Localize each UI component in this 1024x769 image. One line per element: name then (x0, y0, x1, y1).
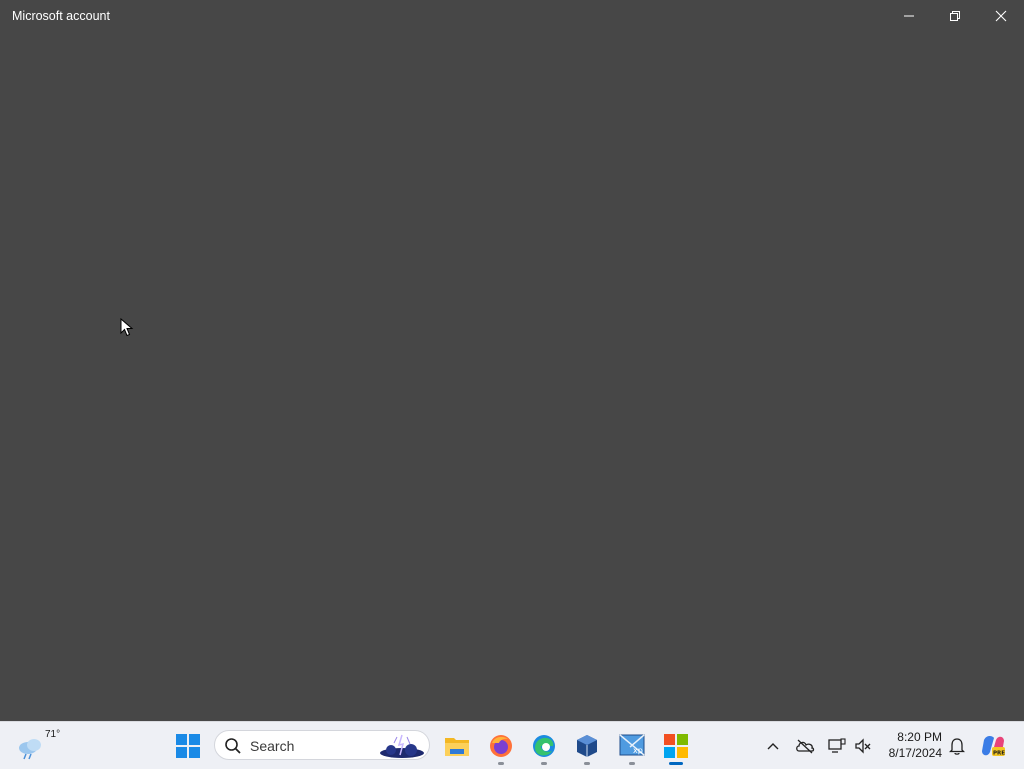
volume-muted-icon (855, 737, 871, 754)
running-indicator (498, 762, 504, 765)
tray-volume[interactable] (848, 722, 878, 769)
restore-icon (950, 11, 960, 21)
network-icon (828, 737, 846, 753)
mouse-cursor-icon (120, 318, 134, 337)
tray-onedrive[interactable] (790, 722, 820, 769)
weather-widget[interactable]: 71° (12, 722, 60, 769)
svg-text:PRE: PRE (993, 750, 1005, 756)
taskbar-app-microsoft-store[interactable] (656, 722, 696, 769)
minimize-icon (904, 15, 914, 17)
close-icon (995, 10, 1007, 22)
window-title: Microsoft account (12, 9, 110, 23)
clock-time: 8:20 PM (897, 730, 942, 744)
chevron-up-icon (767, 742, 779, 749)
copilot-icon: PRE (982, 735, 1005, 756)
show-hidden-icons-button[interactable] (758, 722, 788, 769)
store-icon (664, 733, 688, 758)
onedrive-icon (796, 739, 815, 753)
taskbar-app-file-explorer[interactable] (437, 722, 477, 769)
start-button[interactable] (166, 722, 210, 769)
active-indicator (669, 762, 683, 765)
taskbar-clock[interactable]: 8:20 PM 8/17/2024 (876, 729, 942, 761)
svg-text:xp: xp (633, 746, 643, 755)
taskbar-app-firefox[interactable] (481, 722, 521, 769)
weather-cloud-icon (19, 739, 41, 760)
windows-logo-icon (176, 733, 200, 758)
app-window: Microsoft account (0, 0, 1024, 721)
minimize-button[interactable] (886, 0, 932, 32)
taskbar-app-windows-xp-vm[interactable]: xp (612, 722, 652, 769)
search-highlight-image-icon (377, 733, 427, 759)
title-bar[interactable]: Microsoft account (0, 0, 1024, 32)
running-indicator (584, 762, 590, 765)
xp-icon: xp (619, 733, 645, 756)
taskbar-app-virtualbox[interactable] (567, 722, 607, 769)
search-placeholder: Search (250, 738, 295, 754)
weather-temperature: 71° (45, 729, 61, 740)
virtualbox-icon (577, 734, 597, 757)
close-button[interactable] (978, 0, 1024, 32)
taskbar: 71° Search xp 8:20 PM 8/17/2024 PRE (0, 721, 1024, 769)
search-icon (225, 738, 241, 754)
notifications-button[interactable] (942, 722, 972, 769)
taskbar-search-box[interactable]: Search (214, 730, 430, 760)
folder-icon (445, 737, 469, 756)
running-indicator (629, 762, 635, 765)
copilot-button[interactable]: PRE (976, 722, 1010, 769)
firefox-icon (490, 734, 512, 757)
restore-button[interactable] (932, 0, 978, 32)
edge-icon (533, 734, 555, 757)
bell-icon (949, 737, 965, 755)
running-indicator (541, 762, 547, 765)
clock-date: 8/17/2024 (888, 746, 942, 760)
taskbar-app-edge[interactable] (524, 722, 564, 769)
